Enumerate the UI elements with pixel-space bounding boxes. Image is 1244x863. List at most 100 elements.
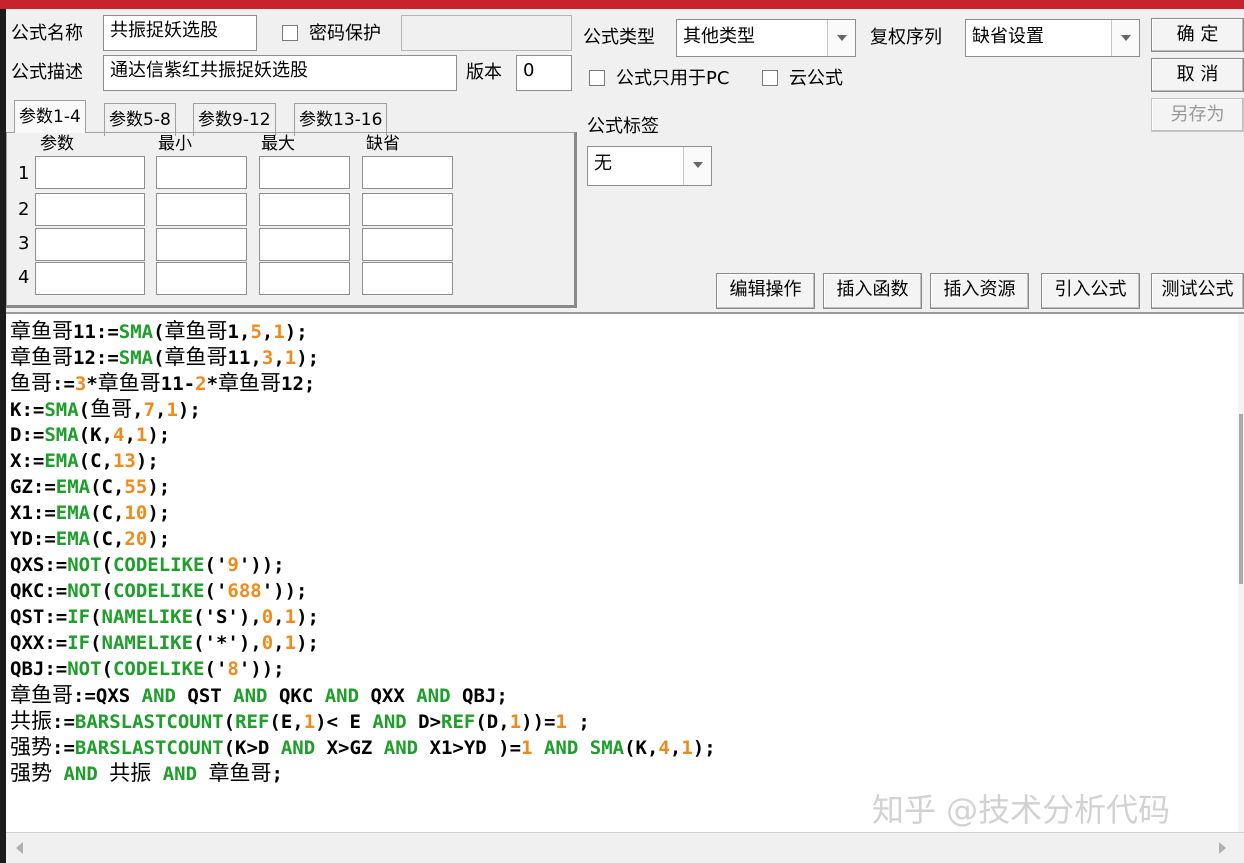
- insert-function-button[interactable]: 插入函数: [823, 273, 922, 309]
- code-line: 章鱼哥:=QXS AND QST AND QKC AND QXX AND QBJ…: [10, 682, 716, 708]
- param-3-default-input[interactable]: [362, 228, 453, 261]
- chevron-down-icon[interactable]: [827, 20, 855, 56]
- formula-type-label: 公式类型: [583, 27, 655, 48]
- code-token: :=: [52, 373, 75, 395]
- code-token: 章鱼哥: [218, 371, 282, 395]
- import-formula-button[interactable]: 引入公式: [1041, 273, 1140, 309]
- code-token: QBJ:=: [10, 658, 68, 680]
- formula-name-input[interactable]: 共振捉妖选股: [103, 15, 257, 51]
- formula-desc-input[interactable]: 通达信紫红共振捉妖选股: [103, 55, 457, 91]
- code-line: QST:=IF(NAMELIKE('S'),0,1);: [10, 604, 716, 630]
- code-token: AND: [543, 737, 579, 759]
- code-token: (K>D: [223, 737, 281, 759]
- cloud-formula-checkbox[interactable]: [762, 70, 778, 86]
- code-token: QXX: [359, 685, 417, 707]
- code-token: 0: [261, 632, 274, 654]
- code-token: NAMELIKE: [101, 632, 194, 654]
- code-token: :=: [52, 711, 75, 733]
- param-1-min-input[interactable]: [156, 156, 247, 189]
- code-token: X>GZ: [315, 737, 384, 759]
- param-4-name-input[interactable]: [35, 262, 145, 295]
- code-token: );: [147, 502, 171, 524]
- code-token: AND: [416, 685, 451, 707]
- code-token: NOT: [67, 580, 102, 602]
- code-token: '));: [261, 580, 308, 602]
- code-editor[interactable]: 章鱼哥11:=SMA(章鱼哥1,5,1); 章鱼哥12:=SMA(章鱼哥11,3,…: [6, 312, 1244, 832]
- param-3-name-input[interactable]: [35, 228, 145, 261]
- param-3-min-input[interactable]: [156, 228, 247, 261]
- code-token: 共振: [10, 709, 52, 733]
- code-token: (K,: [78, 424, 113, 446]
- code-token: X:=: [10, 450, 45, 472]
- code-token: D:=: [10, 424, 45, 446]
- code-token: 1: [509, 711, 522, 733]
- ok-button[interactable]: 确 定: [1151, 18, 1244, 52]
- save-as-button[interactable]: 另存为: [1151, 98, 1244, 132]
- scrollbar-thumb[interactable]: [1239, 414, 1243, 584]
- scroll-right-icon[interactable]: [1219, 842, 1226, 854]
- code-line: 章鱼哥12:=SMA(章鱼哥11,3,1);: [10, 344, 716, 370]
- vertical-scrollbar[interactable]: [1238, 314, 1244, 832]
- edit-ops-button[interactable]: 编辑操作: [716, 273, 815, 309]
- code-token: '));: [238, 554, 285, 576]
- insert-resource-button[interactable]: 插入资源: [930, 273, 1029, 309]
- horizontal-scrollbar[interactable]: [6, 832, 1244, 860]
- code-token: ('*'),: [193, 632, 262, 654]
- code-token: 9: [227, 554, 239, 576]
- code-token: QST:=: [10, 606, 68, 628]
- scroll-left-icon[interactable]: [16, 842, 23, 854]
- param-3-max-input[interactable]: [259, 228, 350, 261]
- title-bar: [0, 0, 1244, 9]
- code-token: 688: [227, 580, 262, 602]
- code-token: ('S'),: [193, 606, 262, 628]
- code-token: QXX:=: [10, 632, 68, 654]
- password-input[interactable]: [401, 15, 572, 51]
- formula-type-select[interactable]: 其他类型: [676, 19, 856, 57]
- code-token: (K,: [624, 737, 659, 759]
- code-token: QBJ;: [450, 685, 508, 707]
- code-token: ,: [273, 632, 285, 654]
- code-token: (: [223, 711, 236, 733]
- param-2-max-input[interactable]: [259, 193, 350, 226]
- code-line: X:=EMA(C,13);: [10, 448, 716, 474]
- code-token: AND: [63, 763, 98, 785]
- code-token: 1: [284, 632, 297, 654]
- code-token: 4: [658, 737, 670, 759]
- code-token: 鱼哥: [90, 397, 133, 421]
- param-2-name-input[interactable]: [35, 193, 145, 226]
- test-formula-button[interactable]: 测试公式: [1151, 273, 1244, 309]
- code-token: AND: [162, 763, 198, 785]
- code-token: GZ:=: [10, 476, 56, 498]
- formula-tag-select[interactable]: 无: [587, 146, 712, 186]
- code-token: CODELIKE: [112, 554, 205, 576]
- code-token: AND: [383, 737, 419, 759]
- param-4-max-input[interactable]: [259, 262, 350, 295]
- formula-desc-label: 公式描述: [11, 62, 83, 83]
- tab-params-1-4[interactable]: 参数1-4: [14, 100, 86, 133]
- cancel-button[interactable]: 取 消: [1151, 58, 1244, 92]
- code-token: X1:=: [10, 502, 56, 524]
- param-1-max-input[interactable]: [259, 156, 350, 189]
- param-4-default-input[interactable]: [362, 262, 453, 295]
- pc-only-checkbox[interactable]: [589, 70, 605, 86]
- param-2-default-input[interactable]: [362, 193, 453, 226]
- version-input[interactable]: 0: [516, 55, 572, 91]
- param-1-default-input[interactable]: [362, 156, 453, 189]
- code-token: 12;: [281, 373, 316, 395]
- code-token: CODELIKE: [112, 580, 205, 602]
- code-token: 1: [303, 711, 316, 733]
- param-row-number: 3: [18, 233, 30, 254]
- chevron-down-icon[interactable]: [683, 147, 711, 185]
- code-token: (C,: [90, 528, 125, 550]
- chevron-down-icon[interactable]: [1111, 20, 1139, 56]
- code-token: 1: [135, 424, 148, 446]
- code-token: QKC: [267, 685, 325, 707]
- param-2-min-input[interactable]: [156, 193, 247, 226]
- param-4-min-input[interactable]: [156, 262, 247, 295]
- version-label: 版本: [466, 62, 502, 83]
- password-checkbox[interactable]: [282, 25, 298, 41]
- param-1-name-input[interactable]: [35, 156, 145, 189]
- fq-series-select[interactable]: 缺省设置: [965, 19, 1140, 57]
